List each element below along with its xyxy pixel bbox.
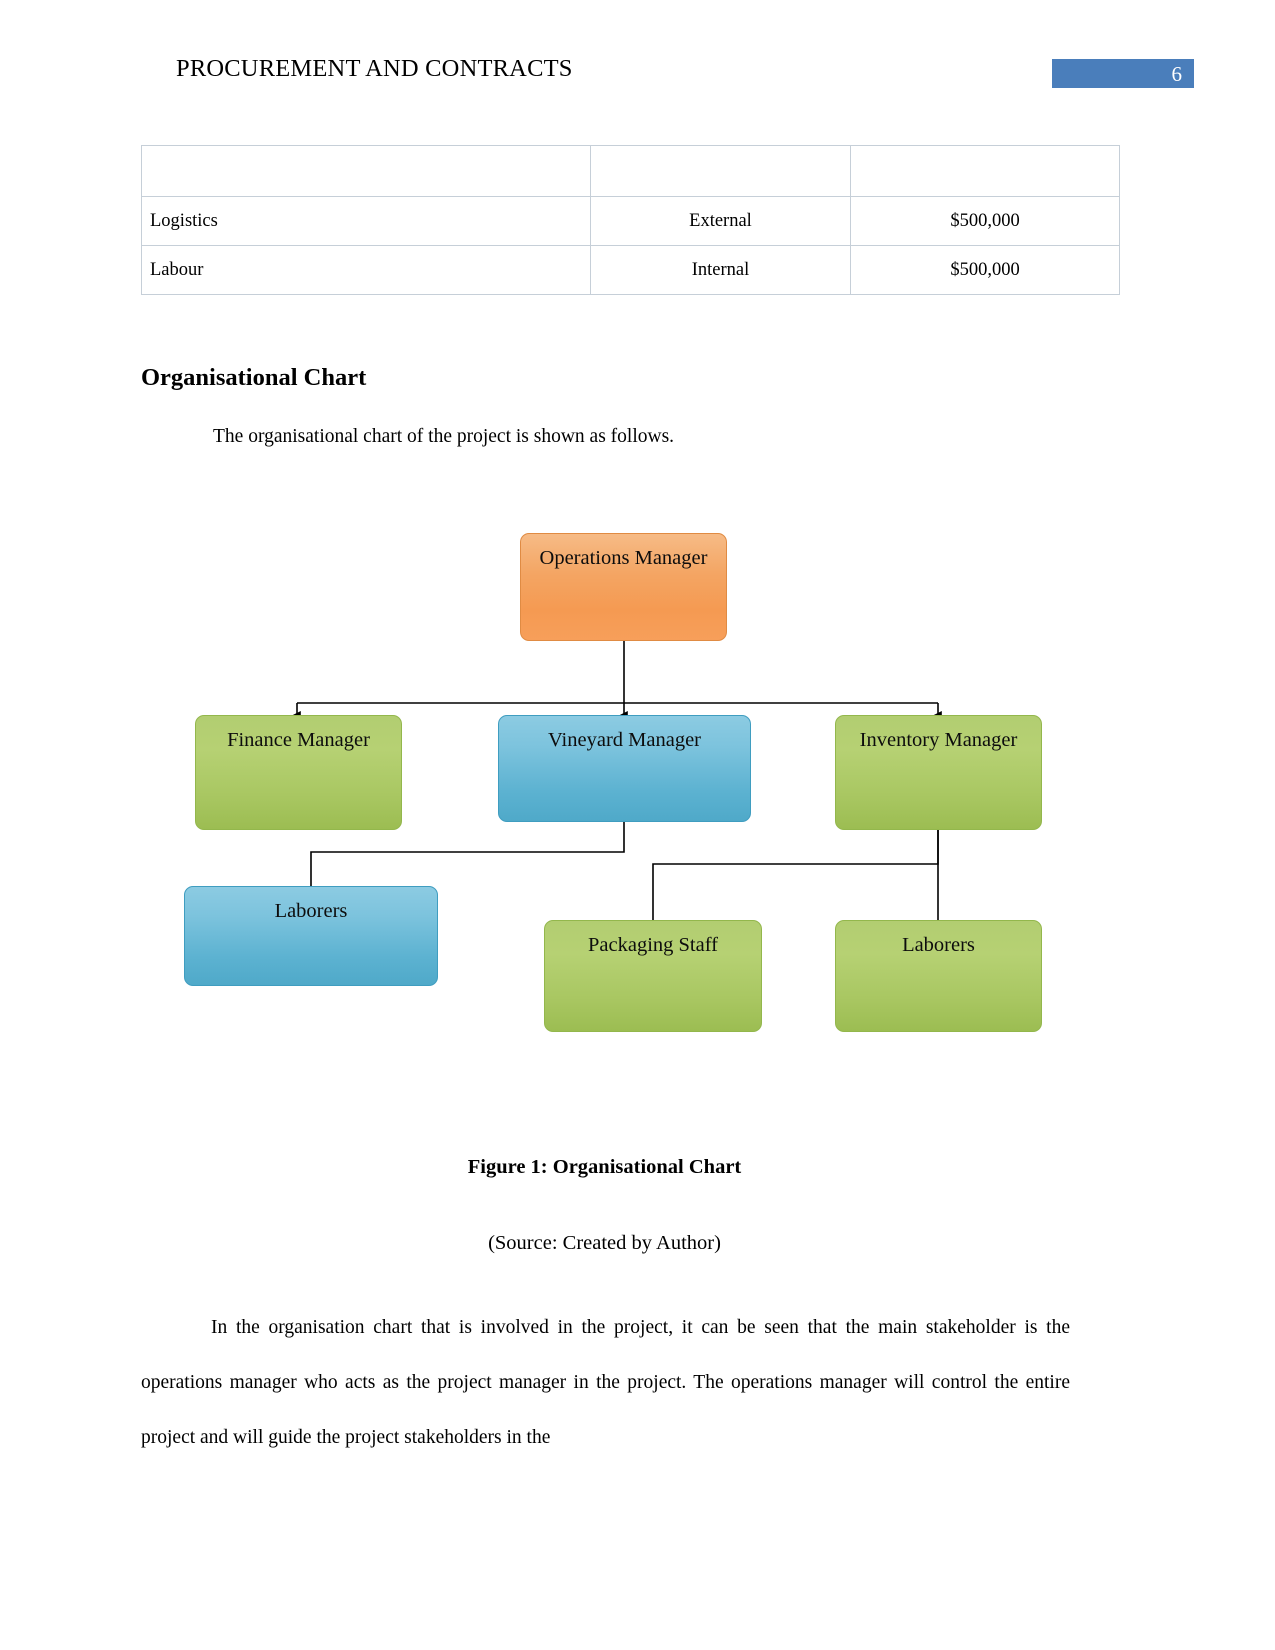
page-number-badge: 6 (1052, 59, 1194, 88)
intro-paragraph: The organisational chart of the project … (213, 426, 675, 447)
table-cell-type (590, 145, 851, 197)
node-inventory-manager[interactable]: Inventory Manager (835, 715, 1042, 830)
table-row (141, 145, 1120, 197)
table-cell-cost: $500,000 (850, 196, 1120, 246)
organisational-chart: Operations Manager Finance Manager Viney… (0, 500, 1275, 1060)
figure-caption: Figure 1: Organisational Chart (467, 1156, 742, 1178)
table-cell-cost (850, 145, 1120, 197)
node-label: Operations Manager (539, 547, 708, 569)
body-paragraph: In the organisation chart that is involv… (141, 1317, 1070, 1448)
table-cell-type: Internal (590, 245, 851, 295)
node-label: Vineyard Manager (547, 729, 702, 751)
table-cell-name (141, 145, 591, 197)
node-label: Finance Manager (227, 729, 370, 751)
node-label: Inventory Manager (859, 729, 1018, 751)
table-cell-name: Labour (141, 245, 591, 295)
node-operations-manager[interactable]: Operations Manager (520, 533, 727, 641)
node-laborers-right[interactable]: Laborers (835, 920, 1042, 1032)
table-row: Labour Internal $500,000 (141, 245, 1120, 295)
table-cell-type: External (590, 196, 851, 246)
table-cell-name: Logistics (141, 196, 591, 246)
node-vineyard-manager[interactable]: Vineyard Manager (498, 715, 751, 822)
table-row: Logistics External $500,000 (141, 196, 1120, 246)
procurement-table: Logistics External $500,000 Labour Inter… (141, 145, 1120, 295)
table-cell-cost: $500,000 (850, 245, 1120, 295)
figure-source: (Source: Created by Author) (488, 1232, 721, 1254)
page-number: 6 (1171, 62, 1183, 86)
node-finance-manager[interactable]: Finance Manager (195, 715, 402, 830)
header-title: PROCUREMENT AND CONTRACTS (176, 55, 573, 82)
node-laborers-left[interactable]: Laborers (184, 886, 438, 986)
section-heading: Organisational Chart (141, 364, 367, 391)
node-packaging-staff[interactable]: Packaging Staff (544, 920, 762, 1032)
page-header: PROCUREMENT AND CONTRACTS 6 (0, 52, 1275, 92)
node-label: Packaging Staff (588, 934, 718, 956)
node-label: Laborers (902, 934, 975, 956)
node-label: Laborers (274, 900, 348, 922)
